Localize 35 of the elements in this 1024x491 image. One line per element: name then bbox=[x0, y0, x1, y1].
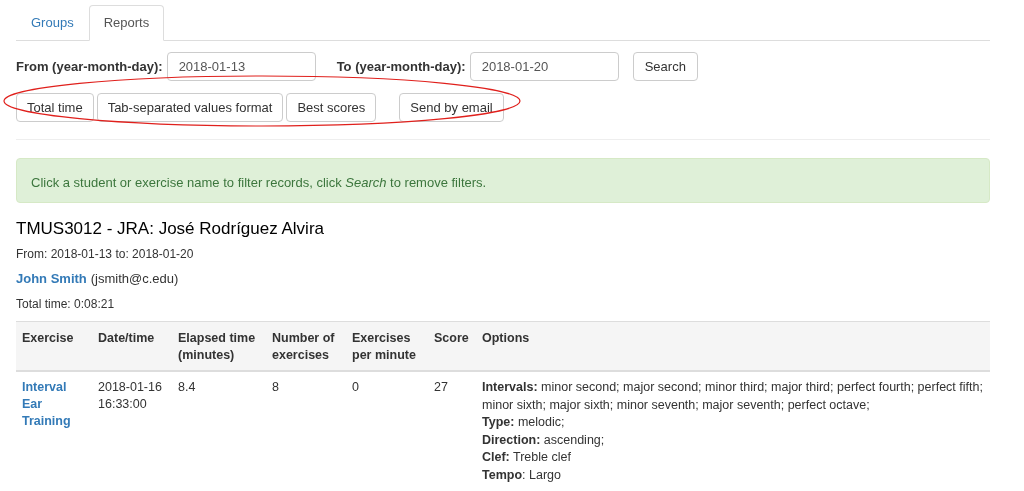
export-button[interactable]: Total time bbox=[16, 93, 94, 122]
column-header: Number of exercises bbox=[266, 321, 346, 371]
column-header: Elapsed time (minutes) bbox=[172, 321, 266, 371]
option-text: Tempo: Largo bbox=[482, 466, 562, 484]
exercise-link[interactable]: Interval Ear Training bbox=[22, 379, 86, 430]
option-text: Type: melodic; bbox=[482, 414, 566, 431]
export-button[interactable]: Tab-separated values format bbox=[96, 93, 284, 122]
tab[interactable]: Groups bbox=[16, 5, 89, 40]
date-range-text: From: 2018-01-13 to: 2018-01-20 bbox=[16, 245, 195, 263]
report-title: TMUS3012 - JRA: José Rodríguez Alvira bbox=[16, 218, 325, 240]
option-text: Intervals: minor second; major second; minor third; major third; perfect fourth; perfect fifth; minor sixth; major sixth; minor seventh; major seventh; perfect octave; bbox=[482, 379, 984, 414]
table-cell-text: 8.4 bbox=[178, 379, 197, 396]
option-text: Direction: ascending; bbox=[482, 431, 606, 449]
option-text: Clef: Treble clef bbox=[482, 449, 572, 466]
column-header: Options bbox=[476, 321, 990, 371]
tab[interactable]: Reports bbox=[88, 5, 165, 41]
export-button[interactable]: Best scores bbox=[286, 93, 377, 122]
column-header: Exercise bbox=[16, 321, 92, 371]
search-button[interactable]: Search bbox=[632, 52, 698, 81]
to-label: To (year-month-day): bbox=[336, 57, 466, 76]
export-button[interactable]: Send by email bbox=[399, 93, 504, 122]
column-header: Date/time bbox=[92, 321, 172, 371]
column-header: Score bbox=[428, 321, 476, 371]
from-label: From (year-month-day): bbox=[16, 57, 163, 76]
student-email: (jsmith@c.edu) bbox=[90, 269, 179, 288]
total-time-text: Total time: 0:08:21 bbox=[16, 296, 116, 313]
column-header: Exercises per minute bbox=[346, 321, 428, 371]
info-alert: Click a student or exercise name to filter records, click Search to remove filters. bbox=[16, 158, 990, 203]
table-cell-text: 0 bbox=[352, 379, 360, 396]
table-cell-text: 27 bbox=[434, 379, 449, 396]
from-date-field[interactable]: 2018-01-13 bbox=[166, 52, 316, 81]
table-cell-text: 2018-01-16 16:33:00 bbox=[98, 379, 163, 413]
to-date-field[interactable]: 2018-01-20 bbox=[469, 52, 619, 81]
table-cell-text: 8 bbox=[272, 379, 280, 396]
student-link[interactable]: John Smith bbox=[16, 268, 87, 288]
